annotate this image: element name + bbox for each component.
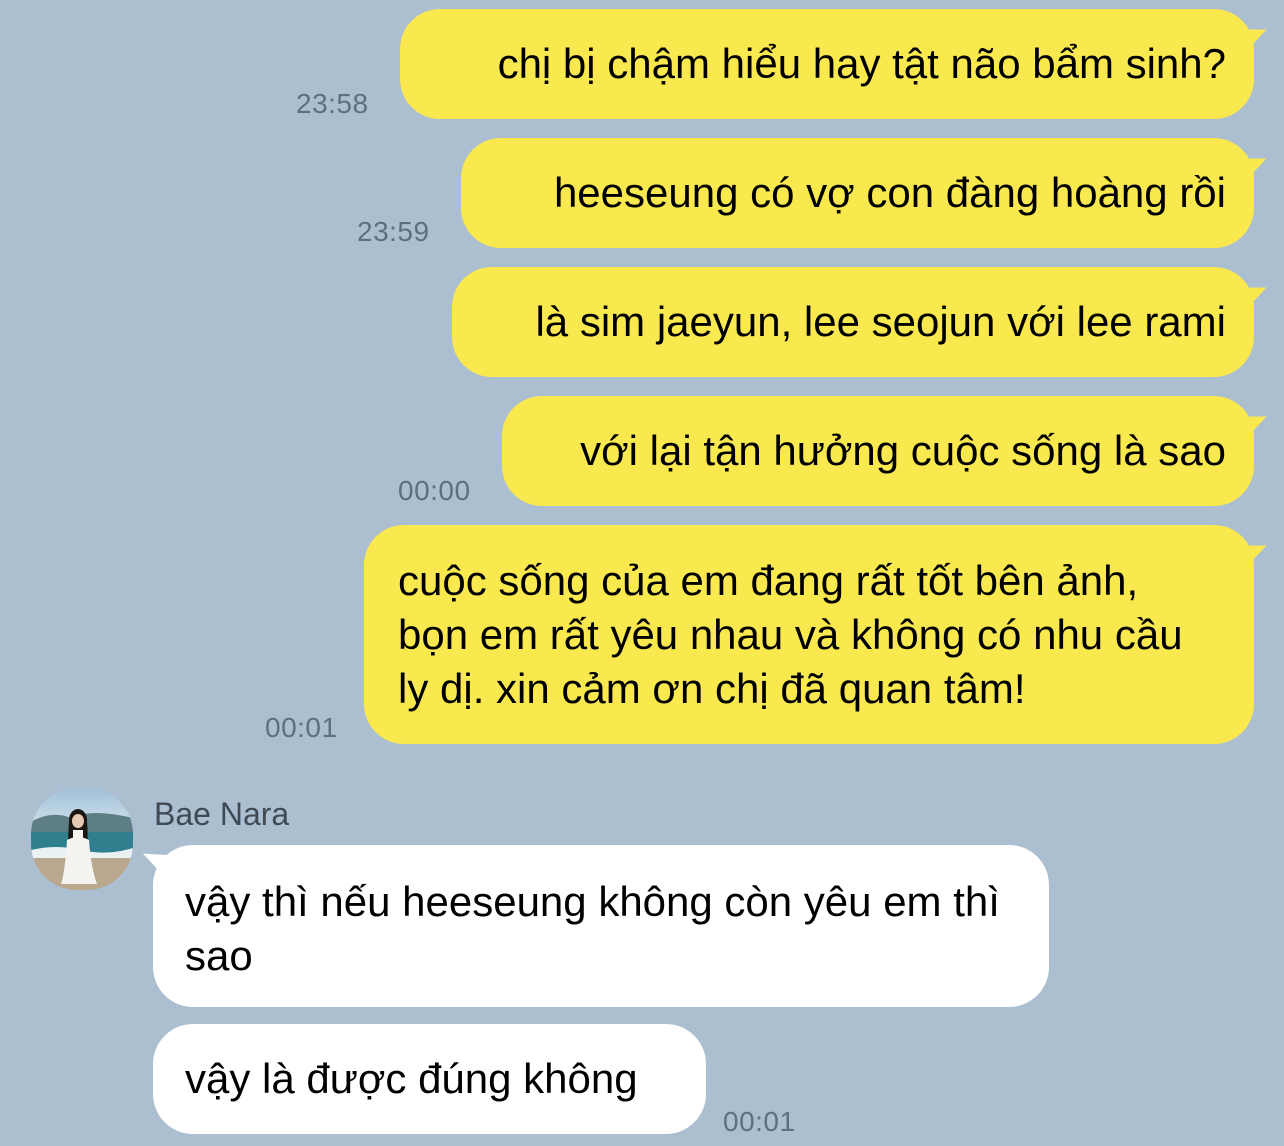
profile-photo-beach-icon [31,788,133,890]
outgoing-message[interactable]: là sim jaeyun, lee seojun với lee rami [452,267,1272,377]
incoming-message[interactable]: vậy là được đúng không [153,1024,706,1134]
message-timestamp: 23:58 [296,88,369,119]
bubble-tail [1234,405,1272,441]
contact-avatar[interactable] [31,788,133,890]
message-text: vậy là được đúng không [185,1055,638,1102]
message-text: vậy thì nếu heeseung không còn yêu em th… [185,878,1000,979]
message-timestamp: 00:01 [723,1106,796,1137]
message-text: heeseung có vợ con đàng hoàng rồi [553,169,1226,216]
message-timestamp: 23:59 [357,216,430,247]
outgoing-message[interactable]: cuộc sống của em đang rất tốt bên ảnh, b… [364,525,1272,744]
message-timestamp: 00:00 [398,475,471,506]
bubble-tail [1234,147,1272,183]
outgoing-message[interactable]: chị bị chậm hiểu hay tật não bẩm sinh? [400,9,1272,119]
outgoing-message[interactable]: với lại tận hưởng cuộc sống là sao [502,396,1272,506]
outgoing-message[interactable]: heeseung có vợ con đàng hoàng rồi [461,138,1272,248]
bubble-tail [1234,18,1272,54]
message-text: với lại tận hưởng cuộc sống là sao [580,427,1226,474]
message-text: chị bị chậm hiểu hay tật não bẩm sinh? [497,40,1226,87]
bubble-tail [1234,276,1272,312]
message-timestamp: 00:01 [265,712,338,743]
bubble-tail [1234,534,1272,570]
chat-thread[interactable]: chị bị chậm hiểu hay tật não bẩm sinh? 2… [0,0,1284,1146]
message-text: là sim jaeyun, lee seojun với lee rami [535,298,1226,345]
message-text: cuộc sống của em đang rất tốt bên ảnh, b… [398,557,1183,712]
sender-name: Bae Nara [154,796,290,832]
incoming-message[interactable]: vậy thì nếu heeseung không còn yêu em th… [137,844,1049,1007]
bubble-tail [137,844,175,878]
